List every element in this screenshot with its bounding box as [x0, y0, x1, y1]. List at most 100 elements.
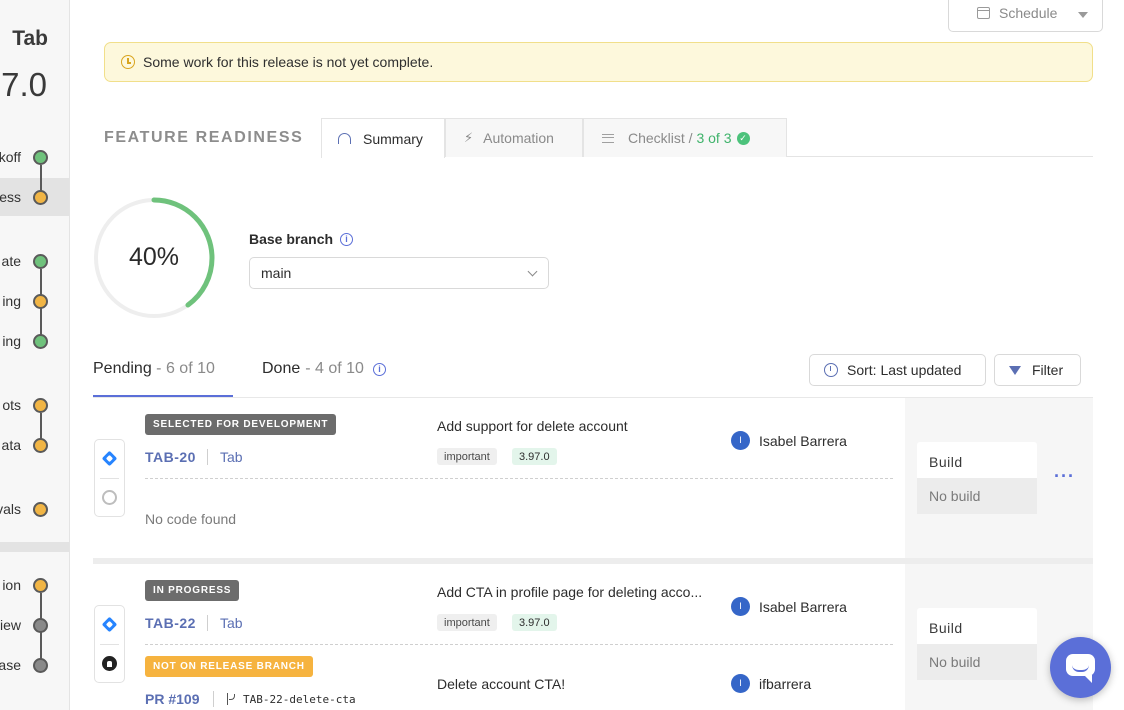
status-dot [33, 658, 48, 673]
issue-key-link[interactable]: TAB-20 [145, 449, 196, 465]
status-dot [33, 502, 48, 517]
row-divider [145, 478, 893, 479]
tag-important: important [437, 448, 497, 465]
github-icon [102, 490, 117, 505]
tab-summary-label: Summary [363, 130, 423, 147]
status-badge: SELECTED FOR DEVELOPMENT [145, 414, 337, 435]
status-badge: IN PROGRESS [145, 580, 240, 601]
assignee-name: Isabel Barrera [759, 432, 847, 449]
sidebar-step-10[interactable]: iew [0, 606, 69, 644]
issue-title[interactable]: Add CTA in profile page for deleting acc… [437, 584, 702, 600]
sidebar-step-8[interactable]: vals [0, 490, 69, 528]
build-value: No build [917, 478, 1037, 514]
no-code-text: No code found [145, 511, 237, 527]
status-dot [33, 438, 48, 453]
checklist-count: 3 of 3 [696, 130, 732, 146]
build-label: Build [929, 620, 963, 636]
sidebar-step-7[interactable]: ata [0, 426, 69, 464]
sidebar-step-6[interactable]: ots [0, 386, 69, 424]
clock-icon [824, 363, 838, 377]
tab-done-label: Done [262, 360, 301, 377]
tag-version: 3.97.0 [512, 448, 557, 465]
step-label: ing [2, 293, 21, 309]
git-branch-icon [227, 693, 235, 705]
warning-text: Some work for this release is not yet co… [143, 54, 434, 70]
tab-automation-label: Automation [483, 130, 554, 146]
sidebar-step-kickoff[interactable]: koff [0, 138, 69, 176]
issue-title[interactable]: Add support for delete account [437, 418, 628, 434]
release-version: 7.0 [1, 66, 47, 103]
sidebar-separator-notch [32, 542, 50, 551]
base-branch-label: Base branch i [249, 231, 354, 247]
done-count: - 4 of 10 [305, 360, 364, 377]
filter-icon [1009, 365, 1021, 375]
release-sidebar: Tab 7.0 koff ess ate ing ing ots ata val… [0, 0, 70, 710]
pr-number-link[interactable]: PR #109 [145, 691, 199, 707]
divider [100, 478, 119, 479]
schedule-label: Schedule [999, 5, 1058, 21]
step-label: ase [0, 657, 21, 673]
jira-icon [101, 616, 118, 633]
status-dot [33, 618, 48, 633]
jira-icon [101, 450, 118, 467]
filter-label: Filter [1032, 362, 1064, 378]
avatar: I [731, 674, 750, 693]
tab-summary[interactable]: Summary [321, 118, 445, 158]
pr-author-name: ifbarrera [759, 675, 812, 692]
tab-pending-label: Pending [93, 360, 152, 377]
status-dot [33, 254, 48, 269]
base-branch-select[interactable]: main [249, 257, 549, 289]
issue-key-link[interactable]: TAB-22 [145, 615, 196, 631]
step-label: vals [0, 501, 21, 517]
status-dot [33, 294, 48, 309]
step-label: iew [0, 617, 21, 633]
tab-checklist[interactable]: Checklist / 3 of 3 ✓ [583, 118, 787, 157]
pr-status-badge: NOT ON RELEASE BRANCH [145, 656, 313, 677]
pr-title[interactable]: Delete account CTA! [437, 676, 565, 692]
base-branch-label-text: Base branch [249, 231, 334, 247]
tab-done[interactable]: Done - 4 of 10 i [262, 360, 386, 378]
clock-warning-icon [121, 55, 135, 69]
sort-button[interactable]: Sort: Last updated [809, 354, 986, 386]
step-label: ata [1, 437, 21, 453]
sidebar-step-5[interactable]: ing [0, 322, 69, 360]
lightning-icon: ⚡ [464, 130, 474, 145]
list-icon [602, 133, 614, 143]
info-icon[interactable]: i [340, 232, 354, 246]
sidebar-step-3[interactable]: ate [0, 242, 69, 280]
sidebar-step-4[interactable]: ing [0, 282, 69, 320]
row-separator [93, 558, 1093, 564]
progress-percent: 40% [128, 243, 180, 271]
chat-launcher-button[interactable] [1050, 637, 1111, 698]
assignee: I Isabel Barrera [731, 597, 847, 616]
avatar: I [731, 431, 750, 450]
tab-pending[interactable]: Pending - 6 of 10 [93, 360, 215, 378]
source-icons [94, 605, 125, 683]
step-label: ate [1, 253, 21, 269]
issue-project: Tab [207, 615, 243, 631]
status-dot [33, 578, 48, 593]
step-label: koff [0, 149, 21, 165]
info-icon[interactable]: i [372, 362, 386, 376]
sidebar-step-11[interactable]: ase [0, 646, 69, 684]
source-icons [94, 439, 125, 517]
tab-automation[interactable]: ⚡ Automation [445, 118, 583, 157]
status-dot [33, 398, 48, 413]
status-dot [33, 190, 48, 205]
sidebar-step-9[interactable]: ion [0, 566, 69, 604]
build-card: Build No build [917, 608, 1037, 680]
sidebar-step-readiness[interactable]: ess [0, 178, 69, 216]
build-value: No build [917, 644, 1037, 680]
pr-branch: TAB-22-delete-cta [213, 691, 356, 707]
filter-button[interactable]: Filter [994, 354, 1081, 386]
gauge-icon [338, 133, 351, 144]
more-options-button[interactable]: ··· [1054, 466, 1075, 487]
github-icon [102, 656, 117, 671]
sort-label: Sort: Last updated [847, 362, 962, 378]
tag-version: 3.97.0 [512, 614, 557, 631]
pending-count: - 6 of 10 [156, 360, 215, 377]
schedule-button[interactable]: Schedule [948, 0, 1103, 32]
caret-down-icon[interactable] [1078, 12, 1088, 18]
avatar: I [731, 597, 750, 616]
app-title: Tab [12, 27, 48, 50]
